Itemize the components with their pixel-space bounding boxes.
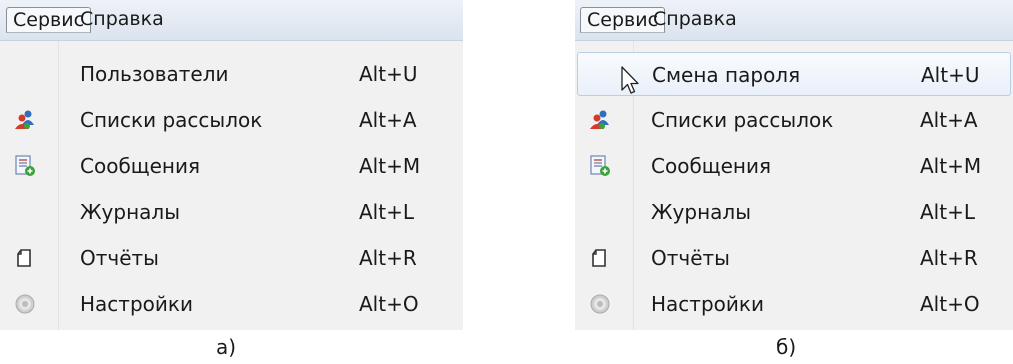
menu-panel-a: Сервис Справка Пользователи Alt+U Списки…	[0, 0, 463, 330]
users-icon	[590, 110, 609, 129]
users-icon	[15, 110, 34, 129]
menu-item-messages[interactable]: Сообщения Alt+M	[2, 144, 461, 188]
document-icon	[17, 249, 31, 267]
menu-item-label: Пользователи	[80, 62, 229, 86]
menu-item-label: Отчёты	[80, 246, 159, 270]
menu-item-reports[interactable]: Отчёты Alt+R	[577, 236, 1011, 280]
menu-item-shortcut: Alt+L	[359, 200, 414, 224]
menu-item-label: Сообщения	[80, 154, 201, 178]
menu-item-logs[interactable]: Журналы Alt+L	[577, 190, 1011, 234]
menu-item-reports[interactable]: Отчёты Alt+R	[2, 236, 461, 280]
messages-icon	[15, 155, 35, 176]
menu-item-label: Журналы	[80, 200, 180, 224]
menu-item-shortcut: Alt+A	[359, 108, 417, 132]
menu-item-change-password[interactable]: Смена пароля Alt+U	[577, 52, 1011, 96]
menu-item-label: Журналы	[651, 200, 751, 224]
menu-item-shortcut: Alt+L	[920, 200, 975, 224]
menu-panel-b: Сервис Справка Смена пароля Alt+U Списки…	[575, 0, 1013, 330]
menu-item-mailing-lists[interactable]: Списки рассылок Alt+A	[577, 98, 1011, 142]
menu-item-mailing-lists[interactable]: Списки рассылок Alt+A	[2, 98, 461, 142]
menu-item-shortcut: Alt+U	[921, 63, 980, 87]
caption-a: а)	[216, 335, 237, 359]
menu-item-label: Списки рассылок	[651, 108, 834, 132]
menu-item-shortcut: Alt+O	[920, 292, 980, 316]
menu-item-label: Сообщения	[651, 154, 772, 178]
menu-item-label: Отчёты	[651, 246, 730, 270]
menu-item-shortcut: Alt+U	[359, 62, 418, 86]
menu-item-shortcut: Alt+R	[359, 246, 417, 270]
menu-item-shortcut: Alt+A	[920, 108, 978, 132]
menu-item-label: Настройки	[651, 292, 764, 316]
gear-icon	[590, 294, 610, 314]
dropdown-menu: Пользователи Alt+U Списки рассылок Alt+A	[0, 41, 463, 330]
menu-item-messages[interactable]: Сообщения Alt+M	[577, 144, 1011, 188]
menu-item-settings[interactable]: Настройки Alt+O	[577, 282, 1011, 326]
caption-b: б)	[776, 335, 797, 359]
document-icon	[592, 249, 606, 267]
menu-item-label: Смена пароля	[652, 63, 801, 87]
menu-bar: Сервис Справка	[0, 0, 463, 41]
menu-item-shortcut: Alt+M	[920, 154, 982, 178]
menu-help[interactable]: Справка	[647, 7, 743, 33]
menu-item-logs[interactable]: Журналы Alt+L	[2, 190, 461, 234]
messages-icon	[590, 155, 610, 176]
menu-bar: Сервис Справка	[575, 0, 1013, 41]
menu-item-label: Списки рассылок	[80, 108, 263, 132]
menu-item-users[interactable]: Пользователи Alt+U	[2, 52, 461, 96]
menu-item-label: Настройки	[80, 292, 193, 316]
menu-help[interactable]: Справка	[74, 7, 170, 33]
menu-item-settings[interactable]: Настройки Alt+O	[2, 282, 461, 326]
gear-icon	[15, 294, 35, 314]
menu-item-shortcut: Alt+R	[920, 246, 978, 270]
menu-item-shortcut: Alt+M	[359, 154, 421, 178]
mouse-cursor-icon	[621, 66, 639, 94]
menu-item-shortcut: Alt+O	[359, 292, 419, 316]
